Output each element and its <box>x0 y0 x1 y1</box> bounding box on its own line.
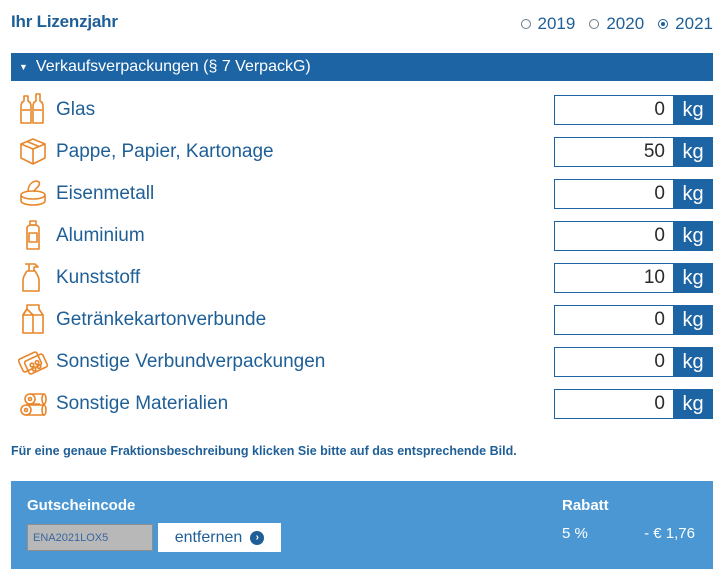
unit-label: kg <box>673 137 713 167</box>
unit-label: kg <box>673 347 713 377</box>
quantity-input-getraenkekarton[interactable] <box>554 305 673 335</box>
spray-can-icon[interactable] <box>18 219 48 251</box>
caret-down-icon: ▼ <box>19 62 28 72</box>
material-label: Sonstige Materialien <box>56 393 229 414</box>
unit-label: kg <box>673 179 713 209</box>
material-label: Kunststoff <box>56 267 141 288</box>
material-row-sonstige: Sonstige Materialien kg <box>11 384 713 426</box>
radio-button-selected[interactable] <box>658 19 669 29</box>
radio-button[interactable] <box>520 19 531 29</box>
voucher-panel: Gutscheincode entfernen › Rabatt 5 % - €… <box>11 481 713 569</box>
material-row-getraenkekarton: Getränkekartonverbunde kg <box>11 300 713 342</box>
year-option-2019[interactable]: 2019 <box>520 14 576 34</box>
material-label: Pappe, Papier, Kartonage <box>56 141 274 162</box>
section-title: Verkaufsverpackungen (§ 7 VerpackG) <box>35 58 311 75</box>
license-year-bar: Ihr Lizenzjahr 2019 2020 2021 <box>11 10 713 40</box>
material-label: Getränkekartonverbunde <box>56 309 267 330</box>
remove-voucher-button[interactable]: entfernen › <box>158 523 281 552</box>
year-label: 2019 <box>537 14 576 33</box>
page-title: Ihr Lizenzjahr <box>11 12 118 31</box>
quantity-input-aluminium[interactable] <box>554 221 673 251</box>
unit-label: kg <box>673 263 713 293</box>
quantity-input-verbund[interactable] <box>554 347 673 377</box>
milk-carton-icon[interactable] <box>18 303 48 335</box>
material-row-aluminium: Aluminium kg <box>11 216 713 258</box>
quantity-input-glas[interactable] <box>554 95 673 125</box>
material-label: Sonstige Verbundverpackungen <box>56 351 326 372</box>
year-option-2021[interactable]: 2021 <box>658 14 713 34</box>
box-icon[interactable] <box>18 135 48 167</box>
year-label: 2021 <box>675 14 713 33</box>
quantity-input-eisenmetall[interactable] <box>554 179 673 209</box>
rolls-icon[interactable] <box>18 387 48 419</box>
remove-label: entfernen <box>174 528 243 546</box>
bottles-icon[interactable] <box>18 93 48 125</box>
material-label: Eisenmetall <box>56 183 155 204</box>
quantity-input-kunststoff[interactable] <box>554 263 673 293</box>
material-row-pappe: Pappe, Papier, Kartonage kg <box>11 132 713 174</box>
year-option-2020[interactable]: 2020 <box>589 14 644 34</box>
tin-can-icon[interactable] <box>18 177 48 209</box>
radio-button[interactable] <box>589 19 600 29</box>
quantity-input-sonstige[interactable] <box>554 389 673 419</box>
blister-pack-icon[interactable] <box>18 345 48 377</box>
discount-label: Rabatt <box>562 497 609 514</box>
materials-list: Glas kg Pappe, Papier, Kartonage kg Eise… <box>11 90 713 426</box>
arrow-right-icon: › <box>250 530 265 545</box>
voucher-label: Gutscheincode <box>27 497 136 514</box>
voucher-code-field[interactable] <box>27 524 153 551</box>
discount-amount: - € 1,76 <box>644 525 695 542</box>
unit-label: kg <box>673 95 713 125</box>
material-row-glas: Glas kg <box>11 90 713 132</box>
discount-percent: 5 % <box>562 525 588 542</box>
unit-label: kg <box>673 389 713 419</box>
material-row-verbund: Sonstige Verbundverpackungen kg <box>11 342 713 384</box>
material-row-kunststoff: Kunststoff kg <box>11 258 713 300</box>
material-label: Aluminium <box>56 225 145 246</box>
section-header-sales-packaging[interactable]: ▼ Verkaufsverpackungen (§ 7 VerpackG) <box>11 53 713 81</box>
material-label: Glas <box>56 99 96 120</box>
unit-label: kg <box>673 221 713 251</box>
material-row-eisenmetall: Eisenmetall kg <box>11 174 713 216</box>
year-radio-group: 2019 2020 2021 <box>520 14 713 34</box>
unit-label: kg <box>673 305 713 335</box>
quantity-input-pappe[interactable] <box>554 137 673 167</box>
fraction-hint-text: Für eine genaue Fraktionsbeschreibung kl… <box>11 444 517 458</box>
year-label: 2020 <box>606 14 645 33</box>
spray-bottle-icon[interactable] <box>18 261 48 293</box>
